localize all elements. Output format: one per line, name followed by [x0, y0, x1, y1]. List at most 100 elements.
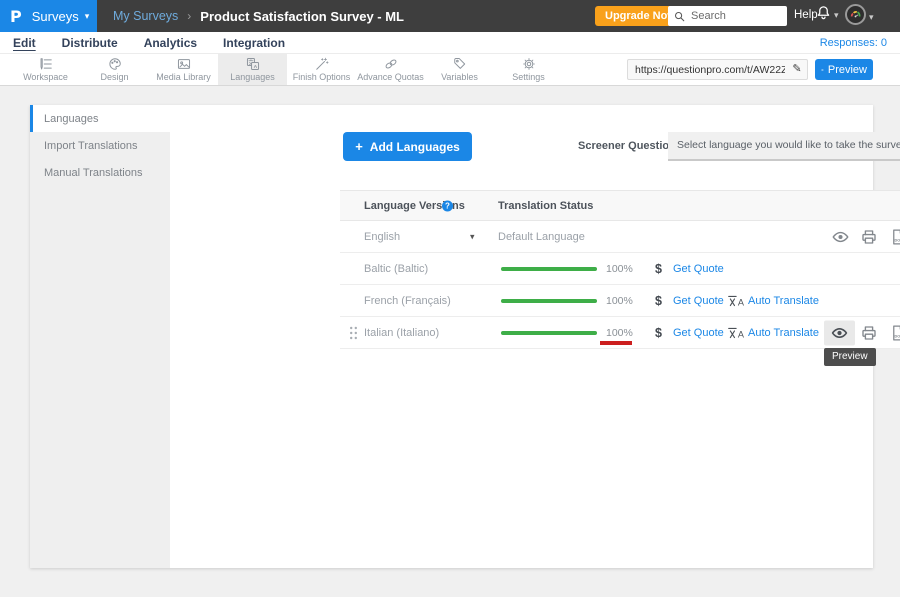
languages-panel: Languages Import Translations Manual Tra… — [30, 105, 873, 568]
auto-translate-link[interactable]: Auto Translate — [748, 295, 819, 307]
product-switcher[interactable]: P Surveys ▾ — [0, 0, 97, 32]
auto-translate-icon[interactable]: A — [727, 294, 747, 308]
nav-tab-edit[interactable]: Edit — [13, 36, 36, 50]
nav-tab-distribute[interactable]: Distribute — [62, 36, 118, 50]
edit-url-icon[interactable]: ✎ — [787, 60, 807, 79]
survey-nav-items: Edit Distribute Analytics Integration — [0, 36, 285, 50]
notifications-button[interactable]: ▾ — [816, 5, 839, 20]
column-header-translation-status: Translation Status — [498, 200, 593, 212]
sidebar-item-manual-translations[interactable]: Manual Translations — [30, 159, 170, 186]
export-doc-icon[interactable]: DOC — [891, 229, 900, 245]
tab-media-library[interactable]: Media Library — [149, 54, 218, 85]
finish-options-icon — [315, 57, 329, 71]
chevron-down-icon: ▾ — [85, 12, 90, 21]
tab-settings[interactable]: Settings — [494, 54, 563, 85]
tab-label: Workspace — [23, 73, 68, 82]
language-name[interactable]: English — [364, 231, 400, 243]
translation-percent: 100% — [606, 327, 633, 339]
account-menu[interactable]: ▾ — [845, 4, 874, 25]
sidebar-item-languages[interactable]: Languages — [30, 105, 170, 132]
settings-icon — [522, 57, 536, 71]
chevron-down-icon[interactable]: ▾ — [470, 231, 475, 242]
preview-language-icon[interactable] — [832, 229, 849, 245]
language-name: Baltic (Baltic) — [364, 263, 428, 275]
add-languages-button[interactable]: + Add Languages — [343, 132, 472, 161]
table-row: French (Français) 100% $ Get Quote A Aut… — [340, 285, 900, 317]
nav-tab-integration[interactable]: Integration — [223, 36, 285, 50]
translation-percent: 100% — [606, 263, 633, 275]
help-badge-icon[interactable]: ? — [442, 200, 453, 211]
svg-text:DOC: DOC — [895, 334, 900, 338]
chevron-down-icon: ▾ — [834, 11, 839, 20]
languages-content: + Add Languages Screener Question : Sele… — [170, 105, 873, 568]
help-link[interactable]: Help — [794, 9, 818, 21]
tab-label: Design — [100, 73, 128, 82]
search-box[interactable] — [668, 6, 787, 26]
tab-design[interactable]: Design — [80, 54, 149, 85]
language-versions-table: Language Versions ? Translation Status E… — [340, 190, 900, 349]
tab-label: Settings — [512, 73, 545, 82]
questionpro-logo: P — [10, 7, 22, 26]
top-bar: P Surveys ▾ My Surveys › Product Satisfa… — [0, 0, 900, 32]
chevron-down-icon: ▾ — [869, 13, 874, 22]
survey-url-input[interactable] — [628, 64, 787, 76]
app: { "icons": { "caret_down": "▾", "breadcr… — [0, 0, 900, 597]
translation-progress-bar — [501, 299, 597, 303]
svg-text:A: A — [253, 64, 257, 70]
plus-icon: + — [355, 139, 363, 154]
sidebar-item-label: Manual Translations — [44, 167, 142, 179]
tab-finish-options[interactable]: Finish Options — [287, 54, 356, 85]
preview-language-button-hovered[interactable] — [824, 320, 855, 345]
svg-text:A: A — [738, 297, 745, 307]
tab-variables[interactable]: Variables — [425, 54, 494, 85]
export-doc-icon[interactable]: DOC — [891, 325, 900, 341]
nav-tab-analytics[interactable]: Analytics — [144, 36, 197, 50]
tab-advance-quotas[interactable]: Advance Quotas — [356, 54, 425, 85]
dollar-icon[interactable]: $ — [655, 294, 662, 308]
auto-translate-icon[interactable]: A — [727, 326, 747, 340]
media-library-icon — [177, 57, 191, 71]
languages-icon: A — [246, 57, 260, 71]
screener-question-select[interactable]: Select language you would like to take t… — [668, 132, 900, 161]
preview-button[interactable]: Preview — [815, 59, 873, 80]
search-input[interactable] — [689, 9, 781, 23]
eye-icon — [831, 326, 848, 339]
bell-icon — [816, 5, 831, 20]
search-icon — [674, 11, 685, 22]
sidebar-item-import-translations[interactable]: Import Translations — [30, 132, 170, 159]
tab-label: Languages — [230, 73, 275, 82]
edit-toolbar: Workspace Design Media Library A Languag… — [0, 54, 900, 86]
eye-icon — [821, 65, 824, 75]
workspace-icon — [39, 57, 53, 71]
dollar-icon[interactable]: $ — [655, 262, 662, 276]
tab-label: Variables — [441, 73, 478, 82]
sidebar-item-label: Languages — [44, 113, 98, 125]
preview-label: Preview — [828, 64, 867, 76]
tab-label: Finish Options — [293, 73, 351, 82]
translation-percent: 100% — [606, 295, 633, 307]
survey-url-box: ✎ — [627, 59, 808, 80]
drag-handle-icon[interactable] — [349, 326, 358, 340]
red-annotation-underline — [600, 341, 632, 345]
get-quote-link[interactable]: Get Quote — [673, 295, 724, 307]
translation-progress-bar — [501, 267, 597, 271]
product-name: Surveys — [32, 9, 79, 24]
add-languages-label: Add Languages — [370, 140, 460, 154]
breadcrumb-my-surveys[interactable]: My Surveys — [113, 9, 178, 23]
auto-translate-link[interactable]: Auto Translate — [748, 327, 819, 339]
language-name: Italian (Italiano) — [364, 327, 439, 339]
get-quote-link[interactable]: Get Quote — [673, 327, 724, 339]
variables-icon — [453, 57, 467, 71]
dollar-icon[interactable]: $ — [655, 326, 662, 340]
screener-question-label: Screener Question : — [578, 140, 683, 152]
translation-progress-bar — [501, 331, 597, 335]
table-row: English ▾ Default Language DOC PDF — [340, 221, 900, 253]
tab-workspace[interactable]: Workspace — [11, 54, 80, 85]
tab-languages[interactable]: A Languages — [218, 54, 287, 85]
print-icon[interactable] — [861, 229, 877, 245]
preview-tooltip: Preview — [824, 348, 876, 366]
print-icon[interactable] — [861, 325, 877, 341]
svg-text:DOC: DOC — [895, 238, 900, 242]
get-quote-link[interactable]: Get Quote — [673, 263, 724, 275]
avatar — [845, 4, 866, 25]
